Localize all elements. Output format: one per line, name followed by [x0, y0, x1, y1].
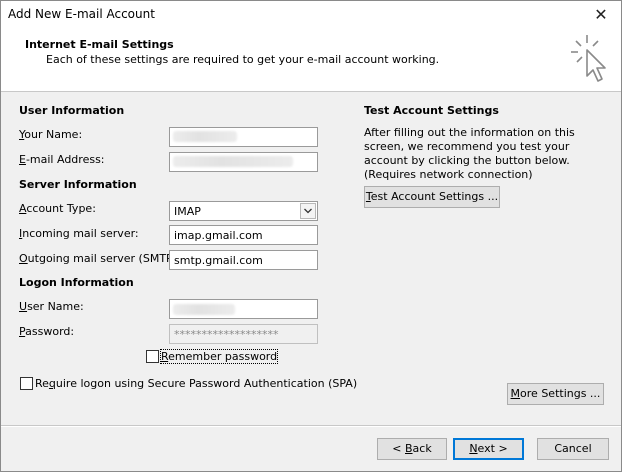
incoming-server-label: Incoming mail server:: [19, 227, 139, 240]
add-email-account-dialog: Add New E-mail Account ✕ Internet E-mail…: [0, 0, 622, 472]
incoming-server-input[interactable]: [169, 225, 318, 245]
spa-label-pre: Re: [35, 377, 49, 390]
close-button[interactable]: ✕: [589, 4, 613, 26]
back-accel: B: [405, 442, 413, 455]
next-text: ext >: [477, 442, 508, 455]
password-input[interactable]: [169, 324, 318, 344]
spa-label[interactable]: Require logon using Secure Password Auth…: [35, 377, 357, 390]
email-address-label: E-mail Address:: [19, 153, 105, 166]
test-account-description: After filling out the information on thi…: [364, 126, 575, 181]
more-accel: M: [510, 387, 521, 400]
outgoing-server-input[interactable]: [169, 250, 318, 270]
incoming-label-text: ncoming mail server:: [22, 227, 139, 240]
server-information-heading: Server Information: [19, 178, 137, 191]
outgoing-label-text: utgoing mail server (SMTP):: [27, 252, 181, 265]
next-button[interactable]: Next >: [453, 438, 524, 460]
user-information-heading: User Information: [19, 104, 125, 117]
remember-label-text: emember password: [168, 350, 278, 363]
account-type-label: Account Type:: [19, 202, 96, 215]
back-text: ack: [412, 442, 432, 455]
redacted-username-blur: [173, 304, 235, 315]
test-account-settings-button[interactable]: Test Account Settings ...: [364, 186, 500, 208]
remember-password-checkbox[interactable]: [146, 350, 159, 363]
dropdown-button[interactable]: [300, 203, 316, 219]
click-cursor-icon: [571, 35, 606, 82]
back-pre: <: [392, 442, 405, 455]
account-type-select[interactable]: IMAP: [169, 201, 318, 221]
header-subtitle: Each of these settings are required to g…: [46, 53, 440, 66]
outgoing-server-label: Outgoing mail server (SMTP):: [19, 252, 181, 265]
your-name-label: Your Name:: [19, 128, 82, 141]
title-bar[interactable]: Add New E-mail Account ✕: [1, 1, 621, 29]
footer-separator: [1, 425, 621, 427]
outgoing-accel: O: [19, 252, 28, 265]
email-label-text: -mail Address:: [25, 153, 105, 166]
header-title: Internet E-mail Settings: [25, 38, 174, 51]
chevron-down-icon: [304, 208, 312, 214]
redacted-email-blur: [173, 156, 293, 167]
password-label-text: assword:: [25, 325, 75, 338]
next-accel: N: [469, 442, 478, 455]
spa-accel: q: [48, 377, 56, 390]
account-type-label-text: ccount Type:: [26, 202, 96, 215]
test-account-heading: Test Account Settings: [364, 104, 499, 117]
logon-information-heading: Logon Information: [19, 276, 134, 289]
user-name-label: User Name:: [19, 300, 84, 313]
window-title: Add New E-mail Account: [8, 7, 155, 21]
cancel-button[interactable]: Cancel: [537, 438, 609, 460]
user-name-accel: U: [19, 300, 28, 313]
account-type-value: IMAP: [174, 205, 201, 218]
more-settings-text: ore Settings ...: [520, 387, 601, 400]
password-label: Password:: [19, 325, 74, 338]
your-name-label-text: our Name:: [24, 128, 83, 141]
test-button-text: est Account Settings ...: [370, 190, 499, 203]
redacted-name-blur: [173, 131, 237, 142]
close-icon: ✕: [594, 5, 608, 24]
user-name-label-text: ser Name:: [27, 300, 84, 313]
spa-checkbox[interactable]: [20, 377, 33, 390]
spa-label-text: uire logon using Secure Password Authent…: [55, 377, 358, 390]
remember-password-label[interactable]: Remember password: [159, 349, 279, 364]
more-settings-button[interactable]: More Settings ...: [507, 383, 604, 405]
back-button[interactable]: < Back: [377, 438, 447, 460]
wizard-header: Internet E-mail Settings Each of these s…: [1, 29, 621, 92]
email-accel: E: [19, 153, 26, 166]
